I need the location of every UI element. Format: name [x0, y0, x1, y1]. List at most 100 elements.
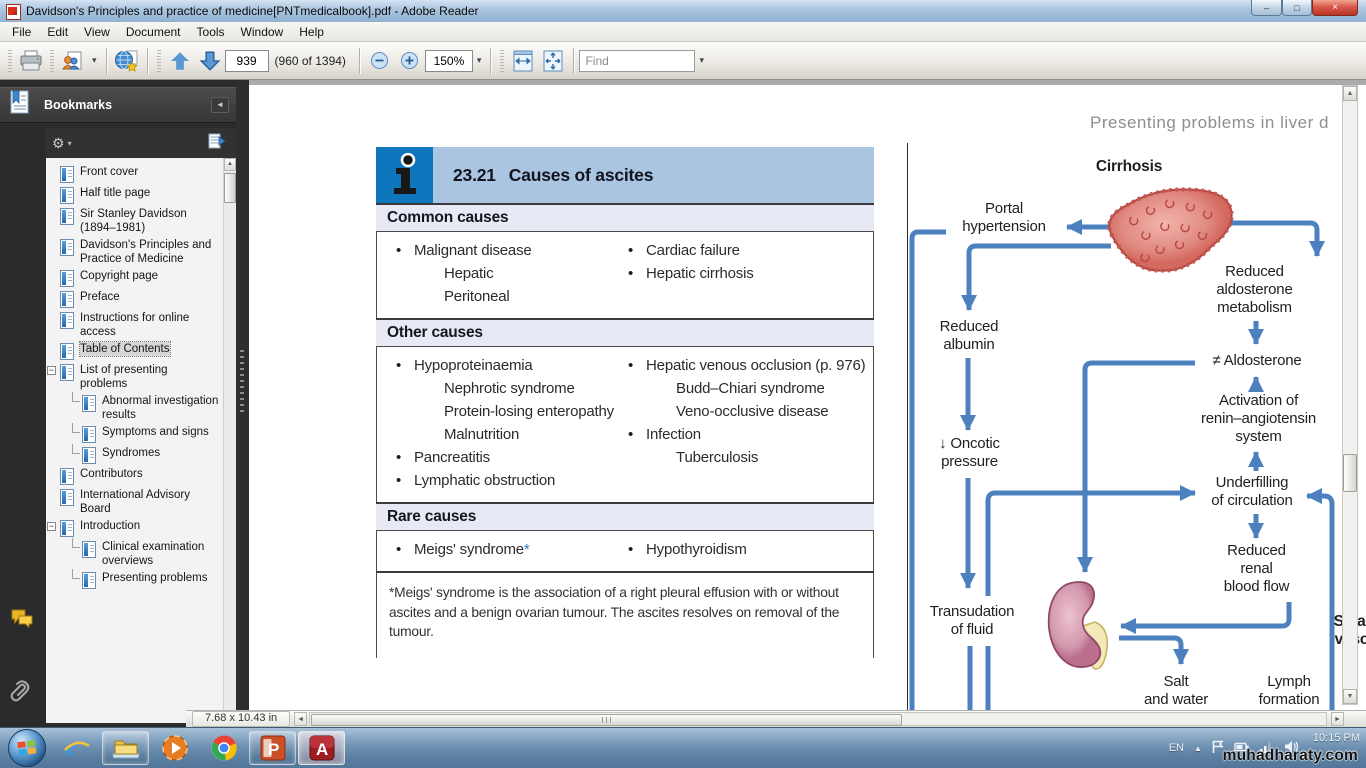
- options-caret-icon[interactable]: ▾: [68, 139, 72, 148]
- zoom-caret-icon[interactable]: ▾: [477, 55, 482, 66]
- bullet-dot-icon: [628, 538, 633, 561]
- zoom-in-button[interactable]: [395, 46, 425, 76]
- menu-file[interactable]: File: [4, 23, 39, 41]
- bookmark-label: Copyright page: [80, 269, 158, 283]
- taskbar-media-player[interactable]: [151, 731, 198, 765]
- bullet-dot-icon: [628, 423, 633, 446]
- bookmark-item[interactable]: Front cover: [46, 165, 236, 183]
- table-section-row: HypoproteinaemiaNephrotic syndromeProtei…: [376, 347, 874, 502]
- bookmark-item[interactable]: −Introduction: [46, 519, 236, 537]
- expand-current-bookmark-icon[interactable]: [208, 133, 226, 154]
- panel-collapse-button[interactable]: ◄: [211, 97, 229, 113]
- bookmark-item[interactable]: Sir Stanley Davidson (1894–1981): [46, 207, 236, 235]
- find-input[interactable]: [579, 50, 695, 72]
- menu-edit[interactable]: Edit: [39, 23, 76, 41]
- bookmark-item[interactable]: Half title page: [46, 186, 236, 204]
- bullet-dot-icon: [628, 262, 633, 285]
- collapse-toggle-icon[interactable]: −: [47, 366, 56, 375]
- bookmark-item[interactable]: Syndromes: [46, 446, 236, 464]
- bookmark-item[interactable]: Table of Contents: [46, 342, 236, 360]
- acrobat-online-button[interactable]: [112, 46, 142, 76]
- bookmarks-scroll-up[interactable]: ▲: [224, 158, 236, 171]
- comments-panel-icon[interactable]: [10, 608, 34, 633]
- start-button[interactable]: [8, 729, 46, 767]
- taskbar-internet-explorer[interactable]: e: [53, 731, 100, 765]
- bookmarks-panel-icon[interactable]: [8, 90, 30, 121]
- bookmark-item[interactable]: Davidson's Principles and Practice of Me…: [46, 238, 236, 266]
- find-options-caret-icon[interactable]: ▾: [699, 55, 704, 66]
- language-indicator[interactable]: EN: [1169, 742, 1184, 754]
- minimize-button[interactable]: –: [1251, 0, 1282, 16]
- collapse-toggle-icon[interactable]: −: [47, 522, 56, 531]
- share-caret-icon[interactable]: ▾: [92, 55, 97, 66]
- bookmarks-scrollbar[interactable]: ▲ ▼: [223, 158, 237, 723]
- bookmark-item[interactable]: Clinical examination overviews: [46, 540, 236, 568]
- print-button[interactable]: [16, 46, 46, 76]
- kidney-illustration: [1049, 582, 1108, 669]
- menu-view[interactable]: View: [76, 23, 118, 41]
- horizontal-scrollbar[interactable]: [309, 712, 1327, 726]
- menu-tools[interactable]: Tools: [189, 23, 233, 41]
- bookmark-item[interactable]: Presenting problems: [46, 571, 236, 589]
- bullet-text: Hypothyroidism: [646, 541, 747, 558]
- bullet-subitem: Nephrotic syndrome: [390, 377, 618, 400]
- tree-tick-icon: [72, 538, 80, 548]
- fit-page-button[interactable]: [538, 46, 568, 76]
- hscroll-thumb[interactable]: [311, 714, 902, 726]
- scroll-thumb[interactable]: [1343, 454, 1357, 492]
- table-header: 23.21 Causes of ascites: [376, 147, 874, 203]
- bookmark-label: Clinical examination overviews: [102, 540, 236, 568]
- menu-help[interactable]: Help: [291, 23, 332, 41]
- bookmark-item[interactable]: Copyright page: [46, 269, 236, 287]
- up-arrow-icon: [169, 50, 191, 72]
- options-gear-icon[interactable]: ⚙: [52, 135, 65, 152]
- maximize-button[interactable]: □: [1282, 0, 1312, 16]
- vertical-scrollbar[interactable]: ▲ ▼: [1342, 85, 1358, 705]
- bookmark-page-icon: [60, 208, 74, 225]
- diagram-label-portal: Portal hypertension: [929, 200, 1079, 236]
- menu-window[interactable]: Window: [233, 23, 292, 41]
- zoom-level-value[interactable]: 150%: [425, 50, 473, 72]
- page-number-input[interactable]: [225, 50, 269, 72]
- tree-tick-icon: [72, 444, 80, 454]
- bookmark-list: Front cover Half title page Sir Stanley Da…: [46, 158, 236, 723]
- toolbar-grip: [8, 50, 12, 72]
- clock[interactable]: 10:15 PM: [1313, 732, 1360, 744]
- hscroll-right-button[interactable]: ►: [1331, 712, 1344, 726]
- tray-expand-caret-icon[interactable]: ▲: [1194, 744, 1202, 753]
- next-page-button[interactable]: [195, 46, 225, 76]
- scroll-up-button[interactable]: ▲: [1343, 86, 1357, 101]
- bookmark-item[interactable]: Instructions for online access: [46, 311, 236, 339]
- bookmark-item[interactable]: Contributors: [46, 467, 236, 485]
- bookmark-item[interactable]: Symptoms and signs: [46, 425, 236, 443]
- bookmarks-options-row: ⚙ ▾: [46, 128, 236, 159]
- taskbar-powerpoint[interactable]: P: [249, 731, 296, 765]
- globe-star-icon: [114, 49, 140, 73]
- attachments-panel-icon[interactable]: [10, 678, 34, 709]
- bookmark-item[interactable]: −List of presenting problems: [46, 363, 236, 391]
- bullet-text: Hypoproteinaemia: [414, 357, 533, 374]
- panel-resize-handle[interactable]: [236, 80, 249, 727]
- fit-width-button[interactable]: [508, 46, 538, 76]
- previous-page-button[interactable]: [165, 46, 195, 76]
- bookmark-page-icon: [82, 395, 96, 412]
- bookmark-item[interactable]: Abnormal investigation results: [46, 394, 236, 422]
- zoom-out-button[interactable]: [365, 46, 395, 76]
- menu-document[interactable]: Document: [118, 23, 189, 41]
- bookmark-item[interactable]: International Advisory Board: [46, 488, 236, 516]
- table-section-header: Rare causes: [376, 502, 874, 531]
- bullet-text: Malignant disease: [414, 242, 532, 259]
- scroll-down-button[interactable]: ▼: [1343, 689, 1357, 704]
- share-review-button[interactable]: [58, 46, 88, 76]
- bookmarks-scroll-thumb[interactable]: [224, 173, 236, 203]
- taskbar-adobe-reader[interactable]: A: [298, 731, 345, 765]
- close-button[interactable]: ×: [1312, 0, 1358, 16]
- main-area: Bookmarks ◄ ⚙ ▾ Front coverHalf title pa…: [0, 80, 1366, 727]
- bookmarks-panel: Bookmarks ◄ ⚙ ▾ Front coverHalf title pa…: [0, 80, 236, 727]
- table-column: Hypothyroidism: [618, 538, 873, 561]
- hscroll-left-button[interactable]: ◄: [294, 712, 307, 726]
- taskbar-windows-explorer[interactable]: [102, 731, 149, 765]
- taskbar-chrome[interactable]: [200, 731, 247, 765]
- bookmark-item[interactable]: Preface: [46, 290, 236, 308]
- diagram-label-transudation: Transudation of fluid: [892, 603, 1052, 639]
